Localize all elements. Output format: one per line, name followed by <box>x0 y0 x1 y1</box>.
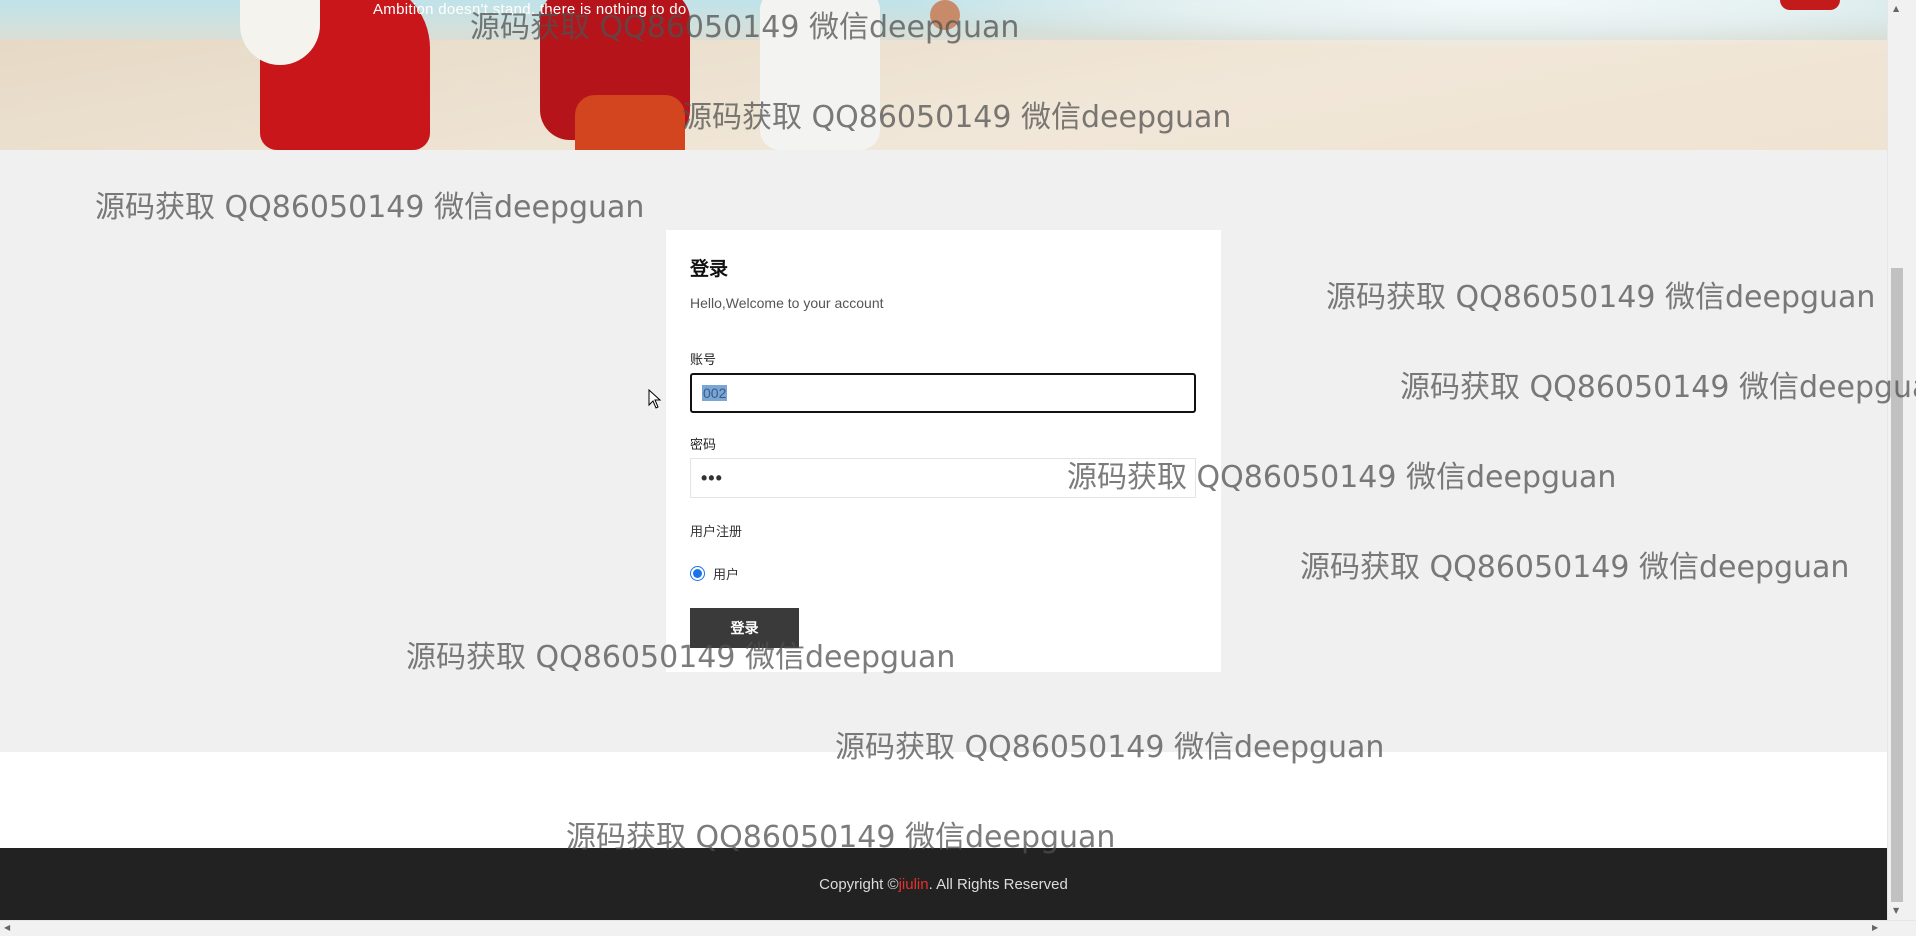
mouse-cursor-icon <box>648 389 662 409</box>
login-subtitle: Hello,Welcome to your account <box>690 295 884 311</box>
hero-wave <box>900 0 1887 50</box>
vertical-scroll-thumb[interactable] <box>1891 268 1903 902</box>
hero-figure-hand <box>930 0 960 30</box>
account-input-value: 002 <box>702 385 728 401</box>
footer-copyright-suffix: . All Rights Reserved <box>928 875 1068 893</box>
radio-selected-icon[interactable] <box>690 566 705 581</box>
hero-figure-adult <box>760 0 880 150</box>
footer: Copyright © jiulin . All Rights Reserved <box>0 848 1887 920</box>
login-card: 登录 Hello,Welcome to your account 账号 002 … <box>666 230 1221 672</box>
watermark: 源码获取 QQ86050149 微信deepguan <box>1300 550 1850 585</box>
password-label: 密码 <box>690 438 717 453</box>
password-input[interactable]: ••• <box>690 458 1196 498</box>
hero-figure-edge <box>1780 0 1840 10</box>
watermark: 源码获取 QQ86050149 微信deepguan <box>1400 370 1916 405</box>
account-label: 账号 <box>690 353 717 368</box>
hero-banner: Ambition doesn't stand, there is nothing… <box>0 0 1887 150</box>
vertical-scrollbar[interactable]: ▲ ▼ <box>1887 0 1916 920</box>
watermark: 源码获取 QQ86050149 微信deepguan <box>95 190 645 225</box>
account-input[interactable]: 002 <box>690 373 1196 413</box>
scroll-right-arrow-icon[interactable]: ▶ <box>1872 923 1878 932</box>
password-input-value: ••• <box>701 467 723 488</box>
content-bottom-strip <box>0 752 1887 848</box>
hero-tagline: Ambition doesn't stand, there is nothing… <box>373 1 687 18</box>
watermark: 源码获取 QQ86050149 微信deepguan <box>1326 280 1876 315</box>
scroll-up-arrow-icon[interactable]: ▲ <box>1893 4 1899 13</box>
login-button[interactable]: 登录 <box>690 608 799 648</box>
scroll-left-arrow-icon[interactable]: ◀ <box>4 923 10 932</box>
horizontal-scrollbar[interactable]: ◀ ▶ <box>0 920 1916 936</box>
role-radio-option[interactable]: 用户 <box>690 564 739 583</box>
role-radio-label: 用户 <box>713 568 740 583</box>
login-title: 登录 <box>690 258 729 280</box>
footer-copyright-prefix: Copyright © <box>819 875 899 893</box>
scroll-down-arrow-icon[interactable]: ▼ <box>1893 906 1899 915</box>
footer-brand-link[interactable]: jiulin <box>899 876 929 893</box>
hero-figure-child-legs <box>575 95 685 150</box>
register-link[interactable]: 用户注册 <box>690 521 742 540</box>
